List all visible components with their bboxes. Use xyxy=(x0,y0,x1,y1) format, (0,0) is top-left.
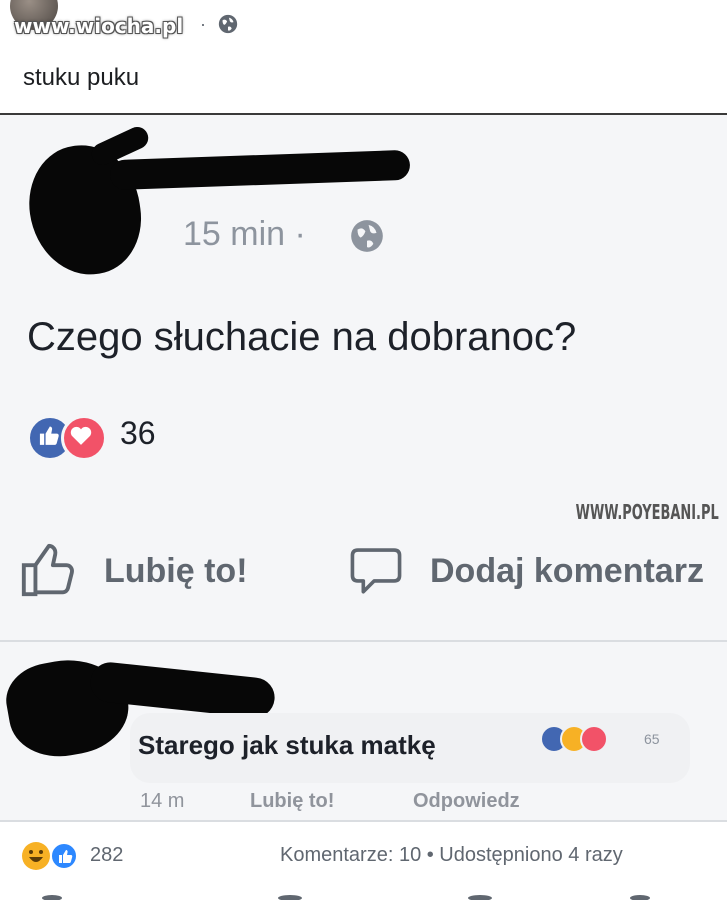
comment-like-link[interactable]: Lubię to! xyxy=(250,790,334,813)
action-divider xyxy=(0,640,727,642)
comment-reaction-count: 65 xyxy=(644,731,660,747)
love-reaction-icon xyxy=(580,725,608,753)
cut-off-action-icons xyxy=(42,895,650,900)
like-button[interactable]: Lubię to! xyxy=(104,552,248,591)
wiocha-watermark: www.wiocha.pl xyxy=(14,14,184,38)
comment-timestamp: 14 m xyxy=(140,790,185,812)
poyebani-watermark: WWW.POYEBANI.PL xyxy=(575,500,719,524)
embedded-screenshot: 15 min · Czego słuchacie na dobranoc? 36… xyxy=(0,115,727,820)
footer-divider xyxy=(0,820,727,822)
redacted-name xyxy=(109,149,411,191)
haha-reaction-icon xyxy=(22,842,50,870)
comment-text: Starego jak stuka matkę xyxy=(138,730,436,760)
post-timestamp: 15 min · xyxy=(183,215,306,253)
footer-comments-shares[interactable]: Komentarze: 10 • Udostępniono 4 razy xyxy=(280,844,623,867)
add-comment-button[interactable]: Dodaj komentarz xyxy=(430,552,704,591)
comment-reply-link[interactable]: Odpowiedz xyxy=(413,790,520,813)
globe-icon xyxy=(218,14,238,34)
love-reaction-icon xyxy=(61,415,107,461)
meta-separator: · xyxy=(200,14,206,34)
globe-icon xyxy=(351,220,383,252)
reaction-count: 36 xyxy=(120,415,156,451)
footer-reaction-count[interactable]: 282 xyxy=(90,844,123,867)
post-caption: stuku puku xyxy=(23,64,140,91)
like-reaction-icon xyxy=(50,842,78,870)
comment-icon[interactable] xyxy=(347,541,405,599)
post-text: Czego słuchacie na dobranoc? xyxy=(27,315,577,359)
thumbs-up-icon[interactable] xyxy=(18,538,80,600)
